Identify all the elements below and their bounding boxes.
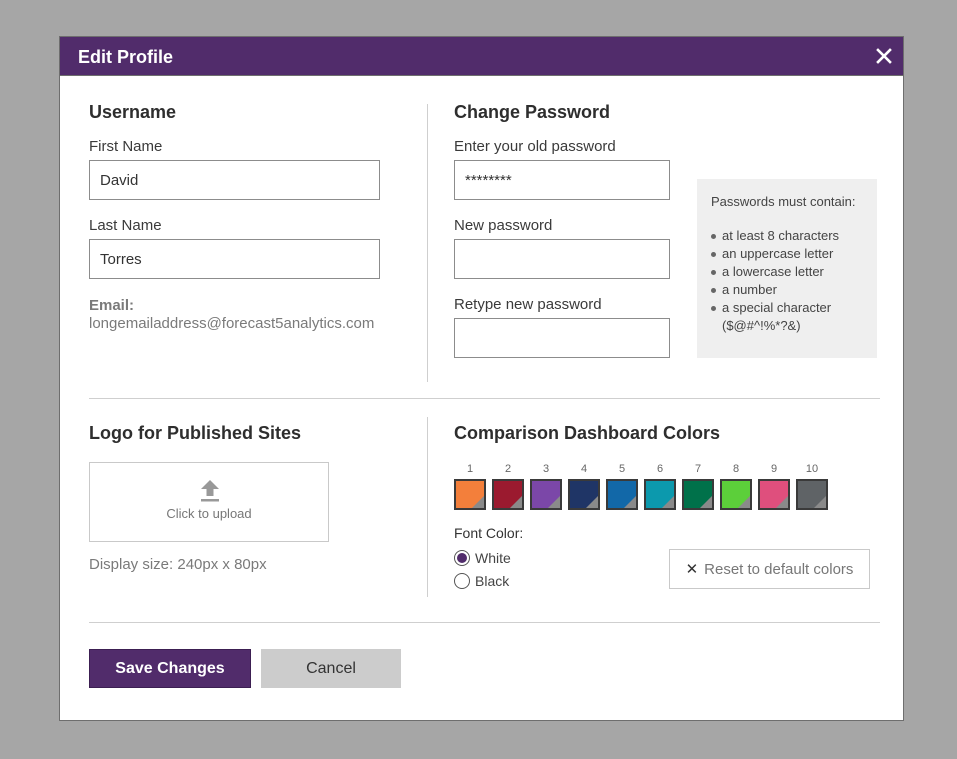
swatch-corner-icon [776, 496, 788, 508]
column-divider-bottom [427, 417, 428, 597]
swatch-number: 1 [466, 463, 474, 475]
upload-icon [200, 479, 220, 503]
color-swatch-6[interactable] [644, 479, 676, 510]
reset-colors-button[interactable]: ✕ Reset to default colors [669, 549, 870, 589]
first-name-value: David [100, 171, 139, 189]
color-swatch-5[interactable] [606, 479, 638, 510]
dashboard-colors-heading: Comparison Dashboard Colors [454, 423, 721, 443]
color-swatch-7[interactable] [682, 479, 714, 510]
swatch-number: 8 [732, 463, 740, 475]
color-swatch-4[interactable] [568, 479, 600, 510]
edit-profile-dialog: Edit Profile Username First Name David L… [59, 36, 904, 721]
font-color-black-radio[interactable]: Black [454, 573, 509, 589]
reset-colors-label: Reset to default colors [704, 560, 854, 578]
old-password-value: ******** [465, 171, 512, 189]
swatch-corner-icon [662, 496, 674, 508]
swatch-corner-icon [472, 496, 484, 508]
save-changes-button[interactable]: Save Changes [89, 649, 251, 688]
color-swatch-2[interactable] [492, 479, 524, 510]
swatch-corner-icon [738, 496, 750, 508]
last-name-input[interactable]: Torres [89, 239, 380, 279]
close-icon: ✕ [685, 561, 699, 578]
swatch-corner-icon [814, 496, 826, 508]
username-heading: Username [89, 102, 177, 122]
password-requirements: Passwords must contain: at least 8 chara… [697, 179, 877, 358]
new-password-label: New password [454, 217, 553, 234]
swatch-corner-icon [700, 496, 712, 508]
logo-display-size: Display size: 240px x 80px [89, 556, 267, 573]
swatch-number: 2 [504, 463, 512, 475]
color-swatch-8[interactable] [720, 479, 752, 510]
old-password-input[interactable]: ******** [454, 160, 670, 200]
cancel-button[interactable]: Cancel [261, 649, 401, 688]
last-name-label: Last Name [89, 217, 162, 234]
dialog-title: Edit Profile [78, 47, 174, 67]
swatch-number: 10 [805, 463, 819, 475]
swatch-number: 3 [542, 463, 550, 475]
color-swatch-10[interactable] [796, 479, 828, 510]
section-divider [89, 398, 880, 399]
color-swatch-3[interactable] [530, 479, 562, 510]
retype-password-label: Retype new password [454, 296, 602, 313]
radio-unselected-icon [454, 573, 470, 589]
retype-password-input[interactable] [454, 318, 670, 358]
color-swatch-1[interactable] [454, 479, 486, 510]
swatch-number: 7 [694, 463, 702, 475]
requirement-item: a lowercase letter [711, 263, 863, 281]
logo-heading: Logo for Published Sites [89, 423, 302, 443]
font-color-white-radio[interactable]: White [454, 550, 511, 566]
radio-selected-icon [454, 550, 470, 566]
first-name-input[interactable]: David [89, 160, 380, 200]
column-divider-top [427, 104, 428, 382]
dialog-titlebar: Edit Profile [60, 37, 903, 76]
last-name-value: Torres [100, 250, 142, 268]
font-color-label: Font Color: [454, 525, 524, 541]
email-label: Email: [89, 297, 135, 314]
color-swatch-9[interactable] [758, 479, 790, 510]
swatch-number: 5 [618, 463, 626, 475]
font-color-black-label: Black [475, 573, 510, 589]
email-value: longemailaddress@forecast5analytics.com [89, 315, 375, 332]
font-color-white-label: White [475, 550, 511, 566]
change-password-heading: Change Password [454, 102, 611, 122]
swatch-number: 9 [770, 463, 778, 475]
requirement-item: a special character ($@#^!%*?&) [711, 299, 863, 335]
password-requirements-title: Passwords must contain: [711, 194, 856, 209]
new-password-input[interactable] [454, 239, 670, 279]
swatch-number: 4 [580, 463, 588, 475]
actions-divider [89, 622, 880, 623]
logo-upload-button[interactable]: Click to upload [89, 462, 329, 542]
upload-text: Click to upload [166, 506, 252, 521]
first-name-label: First Name [89, 138, 163, 155]
swatch-number: 6 [656, 463, 664, 475]
swatch-corner-icon [510, 496, 522, 508]
requirement-item: a number [711, 281, 863, 299]
swatch-corner-icon [624, 496, 636, 508]
close-icon[interactable] [873, 45, 895, 67]
swatch-corner-icon [548, 496, 560, 508]
old-password-label: Enter your old password [454, 138, 616, 155]
swatch-corner-icon [586, 496, 598, 508]
requirement-item: at least 8 characters [711, 227, 863, 245]
requirement-item: an uppercase letter [711, 245, 863, 263]
